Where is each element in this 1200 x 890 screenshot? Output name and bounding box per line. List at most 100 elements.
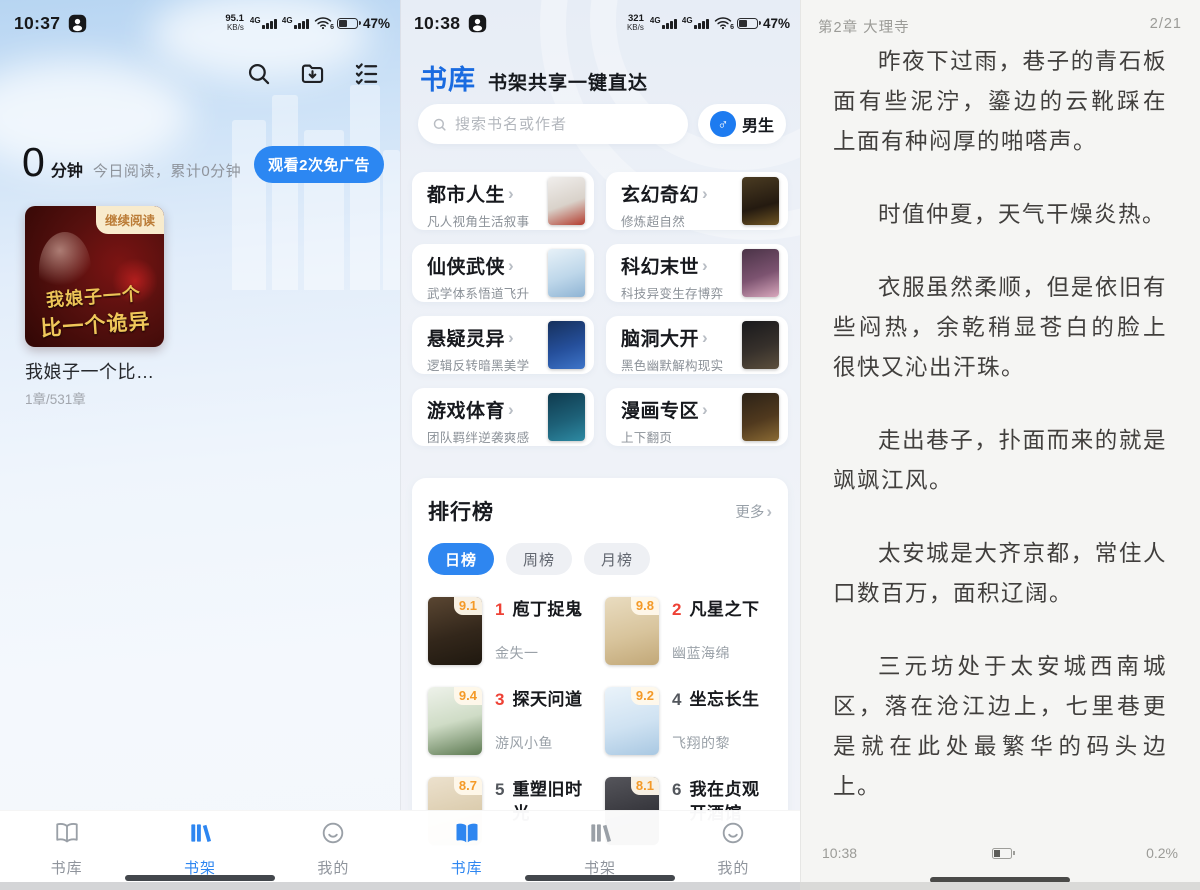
tab-monthly[interactable]: 月榜 xyxy=(584,543,650,575)
ranking-list: 9.1 1庖丁捉鬼金失一 9.8 2凡星之下幽蓝海绵 9.4 3探天问道游风小鱼… xyxy=(428,597,772,845)
screen-edge xyxy=(800,882,1200,890)
paragraph: 走出巷子，扑面而来的就是飒飒江风。 xyxy=(833,421,1167,501)
chevron-right-icon: › xyxy=(702,185,708,202)
chevron-right-icon: › xyxy=(508,185,514,202)
battery-percent: 47% xyxy=(363,16,390,31)
ranked-book-4[interactable]: 9.2 4坐忘长生飞翔的黎 xyxy=(605,687,772,755)
category-cover-thumb xyxy=(548,177,585,225)
skyline-decoration xyxy=(350,85,380,290)
reading-stats: 0 分钟 今日阅读，累计0分钟 xyxy=(22,142,250,183)
category-suspense[interactable]: 悬疑灵异› 逻辑反转暗黑美学 xyxy=(412,316,594,374)
battery-percent: 47% xyxy=(763,16,790,31)
smiley-icon xyxy=(720,820,746,851)
category-cover-thumb xyxy=(742,393,779,441)
library-book-icon xyxy=(454,820,480,851)
paragraph: 三元坊处于太安城西南城区，落在沧江边上，七里巷更是就在此处最繁华的码头边上。 xyxy=(833,647,1167,807)
home-indicator[interactable] xyxy=(525,875,675,881)
reader-header: 第2章 大理寺 2/21 xyxy=(818,16,1182,37)
tab-daily[interactable]: 日榜 xyxy=(428,543,494,575)
ranking-more-link[interactable]: 更多› xyxy=(735,501,772,522)
rank-number: 6 xyxy=(672,778,681,802)
search-input[interactable] xyxy=(455,116,674,133)
battery-icon xyxy=(737,18,758,29)
reader-footer: 10:38 0.2% xyxy=(822,844,1178,862)
home-indicator[interactable] xyxy=(125,875,275,881)
chapter-title: 第2章 大理寺 xyxy=(818,16,910,37)
footer-time: 10:38 xyxy=(822,845,857,861)
screen-edge xyxy=(400,882,800,890)
category-cover-thumb xyxy=(742,321,779,369)
nav-mine[interactable]: 我的 xyxy=(267,811,400,882)
clock: 10:37 xyxy=(14,13,60,34)
rank-number: 4 xyxy=(672,688,681,712)
book-cover-thumb: 9.2 xyxy=(605,687,659,755)
signal-icon: 4G xyxy=(282,17,309,29)
nav-shelf[interactable]: 书架 xyxy=(133,811,266,882)
bottom-nav: 书库 书架 我的 xyxy=(400,810,800,882)
nav-library[interactable]: 书库 xyxy=(400,811,533,882)
rating-badge: 9.8 xyxy=(631,597,659,615)
continue-reading-book-cover[interactable]: 继续阅读 我娘子一个 比一个诡异 xyxy=(25,206,164,347)
category-games-sports[interactable]: 游戏体育› 团队羁绊逆袭爽感 xyxy=(412,388,594,446)
page-indicator: 2/21 xyxy=(1150,16,1182,37)
gender-toggle[interactable]: ♂ 男生 xyxy=(698,104,786,144)
tab-weekly[interactable]: 周榜 xyxy=(506,543,572,575)
category-xianxia[interactable]: 仙侠武侠› 武学体系悟道飞升 xyxy=(412,244,594,302)
ranking-tabs: 日榜 周榜 月榜 xyxy=(428,543,772,575)
chevron-right-icon: › xyxy=(508,401,514,418)
ranked-book-2[interactable]: 9.8 2凡星之下幽蓝海绵 xyxy=(605,597,772,665)
import-icon[interactable] xyxy=(299,60,326,87)
rating-badge: 9.1 xyxy=(454,597,482,615)
nav-library[interactable]: 书库 xyxy=(0,811,133,882)
watch-ad-button[interactable]: 观看2次免广告 xyxy=(254,146,384,183)
bookshelf-icon xyxy=(187,820,213,851)
paragraph: 衣服虽然柔顺，但是依旧有些闷热，余乾稍显苍白的脸上很快又沁出汗珠。 xyxy=(833,268,1167,388)
male-icon: ♂ xyxy=(710,111,736,137)
book-title[interactable]: 我娘子一个比… xyxy=(25,358,155,384)
search-box[interactable] xyxy=(418,104,688,144)
category-cover-thumb xyxy=(742,249,779,297)
reader-page-area[interactable]: 昨夜下过雨，巷子的青石板面有些泥泞，鎏边的云靴踩在上面有种闷厚的啪嗒声。 时值仲… xyxy=(833,42,1167,846)
category-grid: 都市人生› 凡人视角生活叙事 玄幻奇幻› 修炼超自然 仙侠武侠› 武学体系悟道飞… xyxy=(412,172,788,446)
ranked-book-3[interactable]: 9.4 3探天问道游风小鱼 xyxy=(428,687,595,755)
rating-badge: 9.2 xyxy=(631,687,659,705)
nav-shelf[interactable]: 书架 xyxy=(533,811,666,882)
category-brainhole[interactable]: 脑洞大开› 黑色幽默解构现实 xyxy=(606,316,788,374)
nav-mine[interactable]: 我的 xyxy=(667,811,800,882)
continue-reading-badge: 继续阅读 xyxy=(96,206,164,234)
network-speed: 321KB/s xyxy=(627,14,644,32)
rating-badge: 8.7 xyxy=(454,777,482,795)
book-cover-thumb: 9.4 xyxy=(428,687,482,755)
search-icon[interactable] xyxy=(245,60,272,87)
signal-icon: 4G xyxy=(650,17,677,29)
library-screen: 10:38 321KB/s 4G 4G 6 47% 书库 书架共享一键直达 xyxy=(400,0,800,890)
rank-number: 3 xyxy=(495,688,504,712)
search-icon xyxy=(432,117,447,132)
battery-icon xyxy=(337,18,358,29)
ranked-book-1[interactable]: 9.1 1庖丁捉鬼金失一 xyxy=(428,597,595,665)
category-cover-thumb xyxy=(742,177,779,225)
user-badge-icon xyxy=(468,14,487,33)
ranking-title: 排行榜 xyxy=(428,496,494,526)
category-fantasy[interactable]: 玄幻奇幻› 修炼超自然 xyxy=(606,172,788,230)
book-progress: 1章/531章 xyxy=(25,388,86,408)
signal-icon: 4G xyxy=(682,17,709,29)
bottom-nav: 书库 书架 我的 xyxy=(0,810,400,882)
rank-number: 2 xyxy=(672,598,681,622)
page-subtitle: 书架共享一键直达 xyxy=(488,68,648,95)
category-scifi[interactable]: 科幻末世› 科技异变生存博弈 xyxy=(606,244,788,302)
category-urban[interactable]: 都市人生› 凡人视角生活叙事 xyxy=(412,172,594,230)
page-title: 书库 xyxy=(420,58,476,97)
wifi-icon: 6 xyxy=(714,16,732,30)
paragraph: 时值仲夏，天气干燥炎热。 xyxy=(833,195,1167,235)
rating-badge: 9.4 xyxy=(454,687,482,705)
search-row: ♂ 男生 xyxy=(418,104,786,144)
paragraph: 太安城是大齐京都，常住人口数百万，面积辽阔。 xyxy=(833,534,1167,614)
rating-badge: 8.1 xyxy=(631,777,659,795)
checklist-icon[interactable] xyxy=(353,60,380,87)
library-book-icon xyxy=(54,820,80,851)
reader-screen: 第2章 大理寺 2/21 昨夜下过雨，巷子的青石板面有些泥泞，鎏边的云靴踩在上面… xyxy=(800,0,1200,890)
category-comics[interactable]: 漫画专区› 上下翻页 xyxy=(606,388,788,446)
chevron-right-icon: › xyxy=(702,257,708,274)
category-cover-thumb xyxy=(548,249,585,297)
